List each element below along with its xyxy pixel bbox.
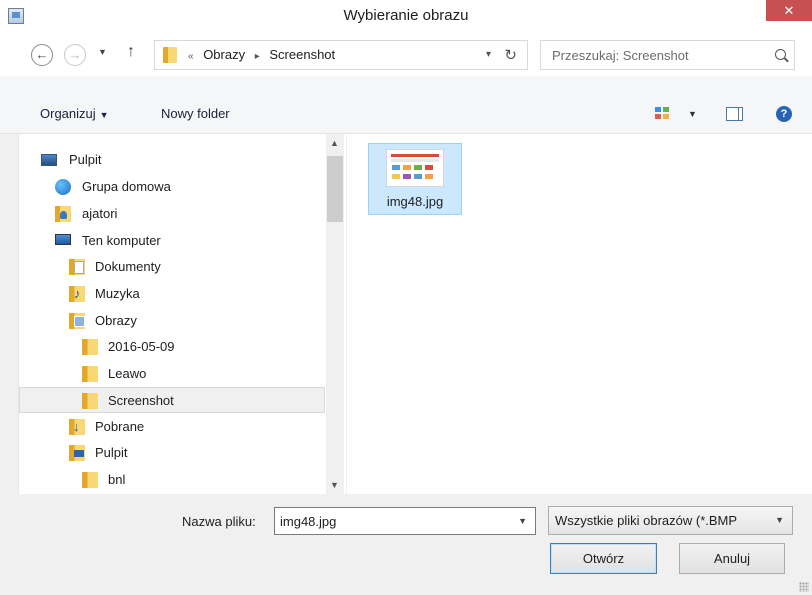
folder-icon [82, 393, 98, 409]
filename-field[interactable]: img48.jpg [280, 514, 336, 529]
dialog-footer: Nazwa pliku: img48.jpg ▼ Wszystkie pliki… [0, 494, 812, 595]
tree-item-label: Pobrane [95, 419, 145, 434]
organize-button[interactable]: Organizuj ▼ [40, 106, 109, 121]
tree-item-ten-komputer[interactable]: Ten komputer [19, 228, 325, 254]
tree-item-bnl[interactable]: bnl [19, 467, 325, 493]
file-type-value: Wszystkie pliki obrazów (*.BMP [555, 513, 738, 528]
help-icon[interactable]: ? [776, 106, 792, 122]
preview-pane-icon[interactable] [726, 107, 743, 121]
tree-item-label: Screenshot [108, 393, 174, 408]
cancel-button[interactable]: Anuluj [679, 543, 785, 574]
recent-locations-dropdown[interactable]: ▼ [98, 47, 107, 57]
tree-item-pulpit-folder[interactable]: Pulpit [19, 440, 325, 466]
breadcrumb-item-screenshot[interactable]: Screenshot [269, 47, 335, 62]
address-history-dropdown[interactable]: ▾ [486, 49, 491, 60]
tree-item-label: ajatori [82, 206, 118, 221]
tree-item-pobrane[interactable]: Pobrane [19, 414, 325, 440]
breadcrumb: « Obrazy ▸ Screenshot [188, 47, 341, 62]
tree-item-muzyka[interactable]: Muzyka [19, 281, 325, 307]
tree-item-label: Muzyka [95, 286, 140, 301]
resize-grip[interactable] [799, 582, 809, 592]
back-arrow-icon: ← [35, 47, 49, 62]
search-input[interactable]: Przeszukaj: Screenshot [552, 48, 689, 63]
tree-item-grupa-domowa[interactable]: Grupa domowa [19, 174, 325, 200]
change-view-icon[interactable] [655, 107, 671, 121]
address-bar[interactable]: « Obrazy ▸ Screenshot ▾ ↻ [154, 40, 528, 70]
chevron-right-icon[interactable]: ▸ [255, 51, 260, 62]
tree-item-label: Pulpit [69, 152, 102, 167]
forward-arrow-icon: → [68, 47, 82, 62]
tree-item-label: Leawo [108, 366, 147, 381]
pictures-folder-icon [69, 313, 85, 329]
close-button[interactable]: ✕ [766, 0, 812, 21]
tree-item-ajatori[interactable]: ajatori [19, 201, 325, 227]
folder-icon [163, 47, 177, 63]
scroll-down-icon[interactable]: ▼ [330, 480, 339, 490]
folder-icon [82, 472, 98, 488]
tree-item-label: Dokumenty [95, 259, 161, 274]
folder-icon [82, 339, 98, 355]
scrollbar-thumb[interactable] [327, 156, 343, 222]
homegroup-icon [55, 179, 71, 195]
back-button[interactable]: ← [31, 44, 53, 66]
search-box[interactable]: Przeszukaj: Screenshot [540, 40, 795, 70]
file-item[interactable]: img48.jpg [368, 143, 462, 215]
scroll-up-icon[interactable]: ▲ [330, 138, 339, 148]
filename-label: Nazwa pliku: [182, 514, 256, 529]
refresh-icon[interactable]: ↻ [504, 46, 517, 64]
tree-item-label: Obrazy [95, 313, 137, 328]
downloads-folder-icon [69, 414, 85, 440]
search-icon[interactable] [775, 49, 786, 60]
tree-item-label: Ten komputer [82, 233, 161, 248]
chevron-down-icon[interactable]: ▼ [518, 516, 527, 526]
tree-item-leawo[interactable]: Leawo [19, 361, 325, 387]
navigation-pane[interactable]: Pulpit Grupa domowa ajatori Ten komputer… [18, 134, 346, 494]
chevron-down-icon[interactable]: ▼ [775, 515, 784, 525]
filename-combobox[interactable]: img48.jpg ▼ [274, 507, 536, 535]
tree-item-dokumenty[interactable]: Dokumenty [19, 254, 325, 280]
up-button[interactable]: ↑ [127, 43, 135, 61]
chevron-down-icon: ▼ [99, 110, 109, 120]
breadcrumb-overflow[interactable]: « [188, 51, 194, 62]
tree-item-label: Grupa domowa [82, 179, 171, 194]
organize-label: Organizuj [40, 106, 96, 121]
up-arrow-icon: ↑ [127, 43, 135, 60]
address-row: ← → ▼ ↑ « Obrazy ▸ Screenshot ▾ ↻ Przesz… [0, 32, 812, 76]
tree-item-obrazy[interactable]: Obrazy [19, 308, 325, 334]
tree-item-screenshot[interactable]: Screenshot [19, 387, 325, 413]
file-type-select[interactable]: Wszystkie pliki obrazów (*.BMP ▼ [548, 506, 793, 535]
tree-item-pulpit[interactable]: Pulpit [19, 147, 325, 173]
tree-item-label: Pulpit [95, 445, 128, 460]
tree-item-label: bnl [108, 472, 126, 487]
desktop-folder-icon [69, 445, 85, 461]
command-bar: Organizuj ▼ Nowy folder ▼ ? [0, 76, 812, 134]
computer-icon [55, 234, 71, 245]
breadcrumb-item-obrazy[interactable]: Obrazy [203, 47, 245, 62]
open-button[interactable]: Otwórz [550, 543, 657, 574]
desktop-icon [41, 154, 57, 166]
tree-item-2016-05-09[interactable]: 2016-05-09 [19, 334, 325, 360]
file-name: img48.jpg [386, 194, 444, 209]
music-folder-icon [69, 281, 85, 307]
window-title: Wybieranie obrazu [343, 7, 469, 24]
new-folder-button[interactable]: Nowy folder [161, 106, 230, 121]
nav-scrollbar[interactable]: ▲ ▼ [326, 134, 344, 494]
folder-icon [82, 366, 98, 382]
image-thumbnail [386, 149, 444, 187]
forward-button[interactable]: → [64, 44, 86, 66]
documents-folder-icon [69, 259, 85, 275]
file-list[interactable]: img48.jpg [347, 134, 812, 494]
title-bar: Wybieranie obrazu ✕ [0, 0, 812, 32]
view-options-dropdown[interactable]: ▼ [688, 109, 697, 119]
tree-item-label: 2016-05-09 [108, 339, 175, 354]
user-folder-icon [55, 206, 71, 222]
